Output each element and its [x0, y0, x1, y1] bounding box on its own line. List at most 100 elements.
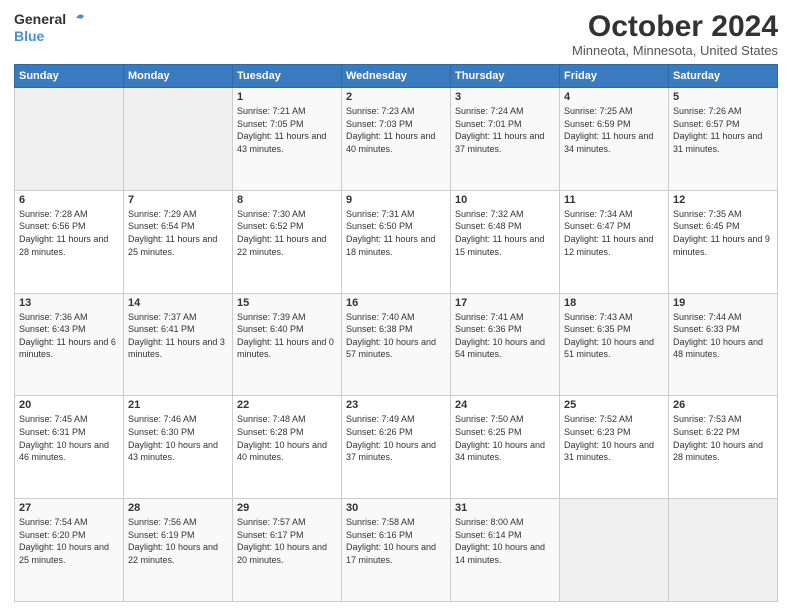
day-number: 11: [564, 194, 664, 206]
calendar-cell-w5-d4: 30 Sunrise: 7:58 AM Sunset: 6:16 PM Dayli…: [342, 499, 451, 602]
day-info: Sunrise: 7:28 AM Sunset: 6:56 PM Dayligh…: [19, 208, 119, 258]
day-info: Sunrise: 7:29 AM Sunset: 6:54 PM Dayligh…: [128, 208, 228, 258]
calendar-cell-w5-d5: 31 Sunrise: 8:00 AM Sunset: 6:14 PM Dayli…: [451, 499, 560, 602]
day-info: Sunrise: 8:00 AM Sunset: 6:14 PM Dayligh…: [455, 516, 555, 566]
day-info: Sunrise: 7:40 AM Sunset: 6:38 PM Dayligh…: [346, 311, 446, 361]
day-number: 22: [237, 399, 337, 411]
day-number: 7: [128, 194, 228, 206]
logo-wave-icon: [68, 10, 86, 28]
calendar-cell-w4-d3: 22 Sunrise: 7:48 AM Sunset: 6:28 PM Dayli…: [233, 396, 342, 499]
calendar-cell-w3-d7: 19 Sunrise: 7:44 AM Sunset: 6:33 PM Dayli…: [669, 293, 778, 396]
day-number: 1: [237, 91, 337, 103]
day-info: Sunrise: 7:25 AM Sunset: 6:59 PM Dayligh…: [564, 105, 664, 155]
day-number: 12: [673, 194, 773, 206]
calendar-cell-w4-d2: 21 Sunrise: 7:46 AM Sunset: 6:30 PM Dayli…: [124, 396, 233, 499]
day-info: Sunrise: 7:34 AM Sunset: 6:47 PM Dayligh…: [564, 208, 664, 258]
calendar-cell-w5-d6: [560, 499, 669, 602]
calendar-cell-w4-d7: 26 Sunrise: 7:53 AM Sunset: 6:22 PM Dayli…: [669, 396, 778, 499]
day-info: Sunrise: 7:52 AM Sunset: 6:23 PM Dayligh…: [564, 413, 664, 463]
calendar-cell-w3-d3: 15 Sunrise: 7:39 AM Sunset: 6:40 PM Dayli…: [233, 293, 342, 396]
calendar-cell-w2-d2: 7 Sunrise: 7:29 AM Sunset: 6:54 PM Daylig…: [124, 190, 233, 293]
logo-general-text: General: [14, 11, 66, 28]
header-wednesday: Wednesday: [342, 65, 451, 88]
logo-blue-text: Blue: [14, 28, 44, 45]
day-info: Sunrise: 7:32 AM Sunset: 6:48 PM Dayligh…: [455, 208, 555, 258]
day-info: Sunrise: 7:58 AM Sunset: 6:16 PM Dayligh…: [346, 516, 446, 566]
calendar-cell-w2-d1: 6Sunrise: 7:28 AM Sunset: 6:56 PM Daylig…: [15, 190, 124, 293]
day-number: 2: [346, 91, 446, 103]
day-number: 25: [564, 399, 664, 411]
day-number: 9: [346, 194, 446, 206]
main-title: October 2024: [572, 10, 778, 43]
day-info: Sunrise: 7:46 AM Sunset: 6:30 PM Dayligh…: [128, 413, 228, 463]
day-info: Sunrise: 7:49 AM Sunset: 6:26 PM Dayligh…: [346, 413, 446, 463]
calendar-cell-w1-d2: [124, 88, 233, 191]
calendar-cell-w3-d1: 13 Sunrise: 7:36 AM Sunset: 6:43 PM Dayli…: [15, 293, 124, 396]
day-number: 26: [673, 399, 773, 411]
day-number: 30: [346, 502, 446, 514]
day-info: Sunrise: 7:57 AM Sunset: 6:17 PM Dayligh…: [237, 516, 337, 566]
calendar-cell-w4-d4: 23 Sunrise: 7:49 AM Sunset: 6:26 PM Dayli…: [342, 396, 451, 499]
week-row-2: 6Sunrise: 7:28 AM Sunset: 6:56 PM Daylig…: [15, 190, 778, 293]
calendar-table: Sunday Monday Tuesday Wednesday Thursday…: [14, 64, 778, 602]
day-info: Sunrise: 7:26 AM Sunset: 6:57 PM Dayligh…: [673, 105, 773, 155]
calendar-cell-w3-d6: 18 Sunrise: 7:43 AM Sunset: 6:35 PM Dayli…: [560, 293, 669, 396]
day-number: 28: [128, 502, 228, 514]
day-number: 16: [346, 297, 446, 309]
day-number: 31: [455, 502, 555, 514]
day-number: 15: [237, 297, 337, 309]
week-row-1: 1 Sunrise: 7:21 AM Sunset: 7:05 PM Daylig…: [15, 88, 778, 191]
week-row-4: 20Sunrise: 7:45 AM Sunset: 6:31 PM Dayli…: [15, 396, 778, 499]
calendar-cell-w3-d2: 14Sunrise: 7:37 AM Sunset: 6:41 PM Dayli…: [124, 293, 233, 396]
day-info: Sunrise: 7:44 AM Sunset: 6:33 PM Dayligh…: [673, 311, 773, 361]
day-number: 4: [564, 91, 664, 103]
day-number: 5: [673, 91, 773, 103]
day-number: 18: [564, 297, 664, 309]
day-info: Sunrise: 7:43 AM Sunset: 6:35 PM Dayligh…: [564, 311, 664, 361]
day-number: 29: [237, 502, 337, 514]
day-info: Sunrise: 7:23 AM Sunset: 7:03 PM Dayligh…: [346, 105, 446, 155]
calendar-cell-w2-d5: 10 Sunrise: 7:32 AM Sunset: 6:48 PM Dayli…: [451, 190, 560, 293]
calendar-cell-w2-d7: 12 Sunrise: 7:35 AM Sunset: 6:45 PM Dayli…: [669, 190, 778, 293]
day-number: 13: [19, 297, 119, 309]
day-number: 21: [128, 399, 228, 411]
day-number: 10: [455, 194, 555, 206]
header-tuesday: Tuesday: [233, 65, 342, 88]
day-info: Sunrise: 7:36 AM Sunset: 6:43 PM Dayligh…: [19, 311, 119, 361]
day-info: Sunrise: 7:24 AM Sunset: 7:01 PM Dayligh…: [455, 105, 555, 155]
day-number: 23: [346, 399, 446, 411]
day-number: 20: [19, 399, 119, 411]
title-block: October 2024 Minneota, Minnesota, United…: [572, 10, 778, 58]
week-row-5: 27 Sunrise: 7:54 AM Sunset: 6:20 PM Dayli…: [15, 499, 778, 602]
day-info: Sunrise: 7:54 AM Sunset: 6:20 PM Dayligh…: [19, 516, 119, 566]
header-monday: Monday: [124, 65, 233, 88]
week-row-3: 13 Sunrise: 7:36 AM Sunset: 6:43 PM Dayli…: [15, 293, 778, 396]
calendar-cell-w2-d6: 11 Sunrise: 7:34 AM Sunset: 6:47 PM Dayli…: [560, 190, 669, 293]
day-number: 24: [455, 399, 555, 411]
day-info: Sunrise: 7:21 AM Sunset: 7:05 PM Dayligh…: [237, 105, 337, 155]
day-number: 19: [673, 297, 773, 309]
day-info: Sunrise: 7:41 AM Sunset: 6:36 PM Dayligh…: [455, 311, 555, 361]
calendar-cell-w1-d1: [15, 88, 124, 191]
calendar-cell-w1-d7: 5 Sunrise: 7:26 AM Sunset: 6:57 PM Daylig…: [669, 88, 778, 191]
calendar-header-row: Sunday Monday Tuesday Wednesday Thursday…: [15, 65, 778, 88]
calendar-cell-w2-d4: 9 Sunrise: 7:31 AM Sunset: 6:50 PM Daylig…: [342, 190, 451, 293]
day-info: Sunrise: 7:35 AM Sunset: 6:45 PM Dayligh…: [673, 208, 773, 258]
calendar-cell-w2-d3: 8Sunrise: 7:30 AM Sunset: 6:52 PM Daylig…: [233, 190, 342, 293]
day-info: Sunrise: 7:48 AM Sunset: 6:28 PM Dayligh…: [237, 413, 337, 463]
calendar-cell-w5-d2: 28 Sunrise: 7:56 AM Sunset: 6:19 PM Dayli…: [124, 499, 233, 602]
calendar-cell-w5-d3: 29 Sunrise: 7:57 AM Sunset: 6:17 PM Dayli…: [233, 499, 342, 602]
day-info: Sunrise: 7:31 AM Sunset: 6:50 PM Dayligh…: [346, 208, 446, 258]
day-info: Sunrise: 7:53 AM Sunset: 6:22 PM Dayligh…: [673, 413, 773, 463]
calendar-cell-w1-d4: 2 Sunrise: 7:23 AM Sunset: 7:03 PM Daylig…: [342, 88, 451, 191]
day-number: 14: [128, 297, 228, 309]
calendar-cell-w3-d5: 17Sunrise: 7:41 AM Sunset: 6:36 PM Dayli…: [451, 293, 560, 396]
day-number: 27: [19, 502, 119, 514]
header: General Blue October 2024 Minneota, Minn…: [14, 10, 778, 58]
calendar-cell-w4-d6: 25 Sunrise: 7:52 AM Sunset: 6:23 PM Dayli…: [560, 396, 669, 499]
subtitle: Minneota, Minnesota, United States: [572, 43, 778, 58]
day-info: Sunrise: 7:56 AM Sunset: 6:19 PM Dayligh…: [128, 516, 228, 566]
day-info: Sunrise: 7:39 AM Sunset: 6:40 PM Dayligh…: [237, 311, 337, 361]
calendar-cell-w5-d1: 27 Sunrise: 7:54 AM Sunset: 6:20 PM Dayli…: [15, 499, 124, 602]
day-info: Sunrise: 7:50 AM Sunset: 6:25 PM Dayligh…: [455, 413, 555, 463]
